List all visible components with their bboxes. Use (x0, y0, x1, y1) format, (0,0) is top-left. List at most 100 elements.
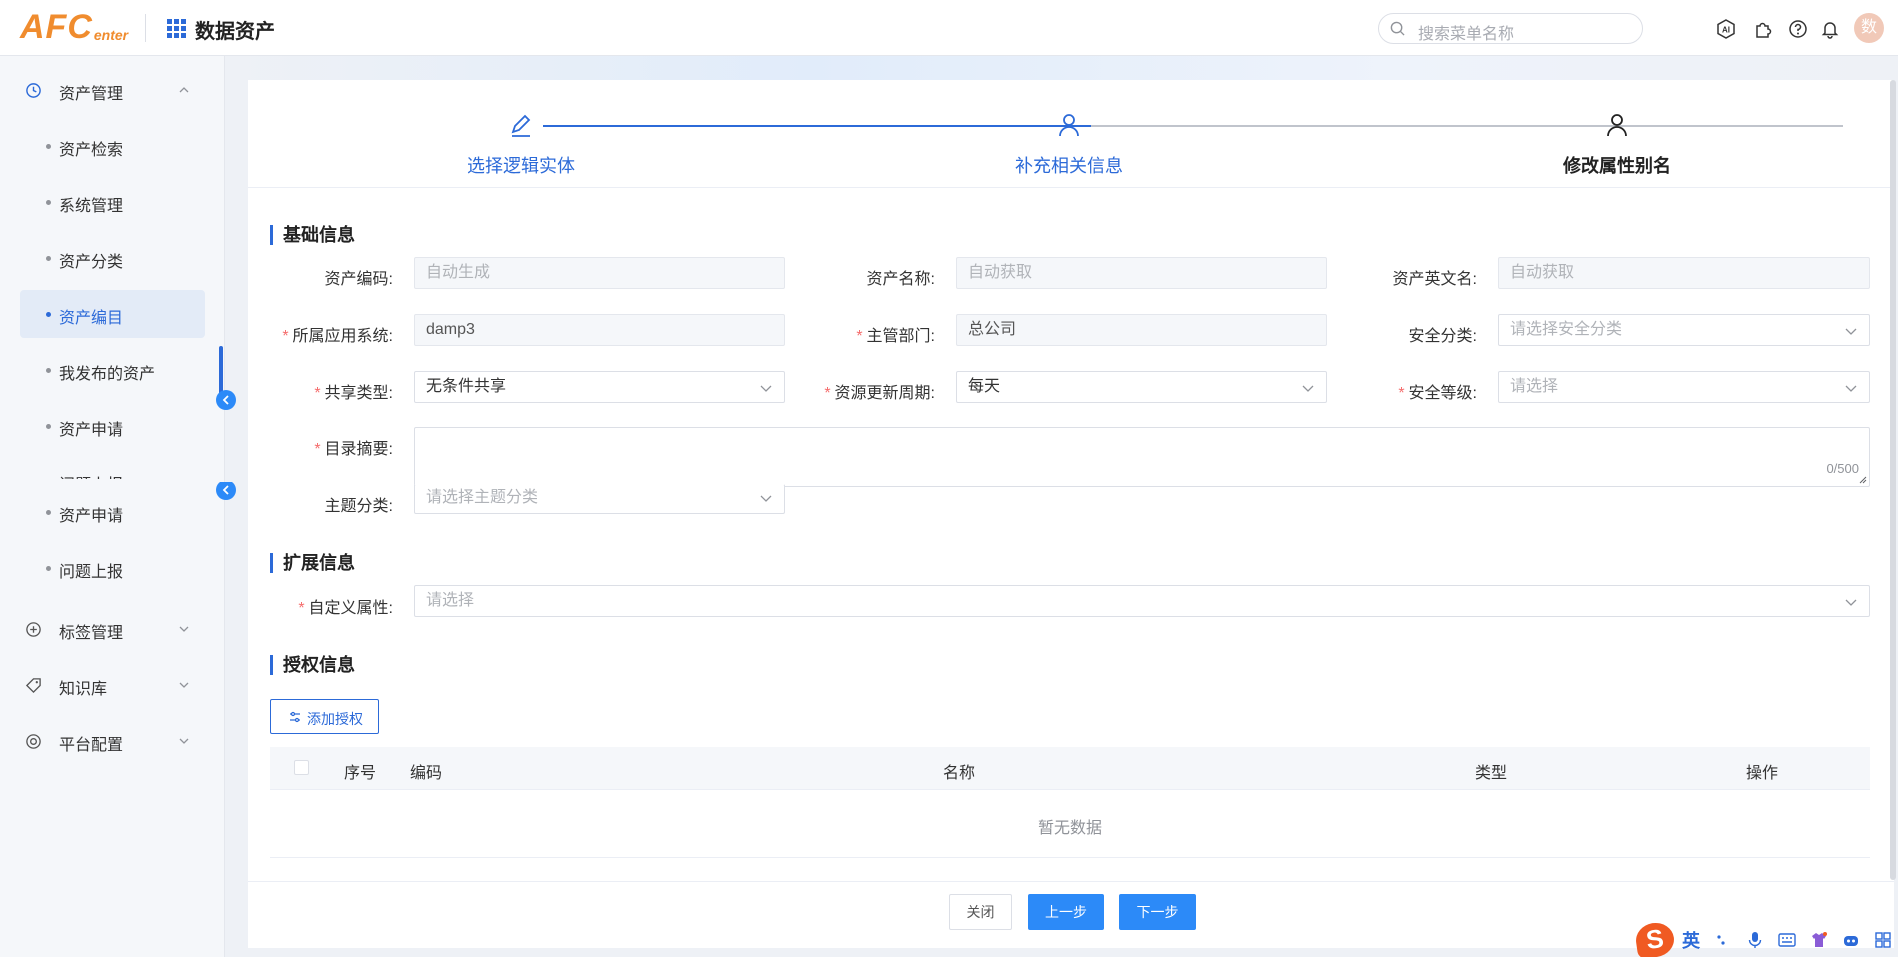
topic-class-placeholder: 请选择主题分类 (426, 489, 539, 506)
menu-search[interactable]: 搜索菜单名称 (1378, 13, 1643, 44)
security-level-label-text: 安全等级: (1408, 385, 1477, 402)
bullet-dot (46, 312, 51, 317)
user-icon[interactable] (1604, 112, 1630, 138)
step-indicator: 选择逻辑实体 补充相关信息 修改属性别名 (248, 80, 1894, 188)
nav-group-asset-management[interactable]: 资产管理 (0, 70, 225, 110)
bullet-dot (46, 200, 51, 205)
summary-label: * 目录摘要: (233, 435, 393, 459)
ai-assistant-icon[interactable]: AI (1716, 19, 1736, 39)
department-label: * 主管部门: (775, 322, 935, 346)
user-icon[interactable] (1056, 112, 1082, 138)
asset-name-placeholder: 自动获取 (968, 264, 1033, 281)
required-mark: * (298, 600, 305, 617)
department-field: 总公司 (956, 314, 1327, 346)
custom-attr-select[interactable]: 请选择 (414, 585, 1870, 617)
chevron-down-icon (179, 738, 189, 744)
toolbox-grid-icon[interactable] (1874, 931, 1892, 949)
notification-bell-icon[interactable] (1820, 19, 1840, 39)
nav-group-platform-config[interactable]: 平台配置 (0, 721, 225, 761)
update-cycle-select[interactable]: 每天 (956, 371, 1327, 403)
auth-table-empty: 暂无数据 (270, 790, 1870, 858)
microphone-icon[interactable] (1746, 931, 1764, 949)
bullet-dot (46, 144, 51, 149)
next-step-button[interactable]: 下一步 (1119, 894, 1196, 930)
bullet-dot (46, 510, 51, 515)
summary-textarea[interactable]: 0/500 (414, 427, 1870, 487)
column-header-index: 序号 (344, 765, 377, 782)
sidebar-item-asset-catalog[interactable]: 资产编目 (20, 290, 205, 338)
step-label-edit-alias[interactable]: 修改属性别名 (1517, 152, 1717, 178)
app-logo[interactable]: AFC enter (20, 10, 128, 44)
share-type-value: 无条件共享 (426, 378, 507, 395)
chevron-down-icon (760, 385, 772, 392)
tag-icon (25, 678, 41, 694)
asset-english-name-field: 自动获取 (1498, 257, 1870, 289)
plugin-icon[interactable] (1753, 19, 1773, 39)
sidebar-item-issue-report[interactable]: 问题上报 (20, 457, 205, 479)
required-mark: * (282, 328, 289, 345)
ime-language-toggle[interactable]: 英 (1682, 927, 1700, 953)
nav-group-knowledge-base[interactable]: 知识库 (0, 665, 225, 705)
topic-class-label: 主题分类: (324, 498, 393, 515)
custom-attr-placeholder: 请选择 (426, 592, 475, 609)
close-button[interactable]: 关闭 (949, 894, 1012, 930)
sidebar-item-asset-search[interactable]: 资产检索 (20, 122, 205, 170)
nav-group-tag-management[interactable]: 标签管理 (0, 609, 225, 649)
summary-label-text: 目录摘要: (324, 441, 393, 458)
column-header-actions: 操作 (1746, 765, 1779, 782)
asset-english-name-placeholder: 自动获取 (1510, 264, 1575, 281)
skin-icon[interactable] (1810, 931, 1828, 949)
logo-text: AFC (20, 8, 93, 46)
user-avatar[interactable]: 数 (1854, 13, 1884, 43)
share-type-select[interactable]: 无条件共享 (414, 371, 785, 403)
search-icon (1390, 21, 1405, 36)
required-mark: * (856, 328, 863, 345)
svg-text:AI: AI (1722, 26, 1730, 35)
chevron-down-icon (760, 495, 772, 502)
punctuation-icon[interactable] (1714, 931, 1732, 949)
sidebar-item-label: 我发布的资产 (59, 366, 156, 383)
sidebar-item-label: 资产申请 (59, 508, 124, 525)
sidebar-item-asset-request-dup[interactable]: 资产申请 (20, 488, 205, 536)
asset-name-field: 自动获取 (956, 257, 1327, 289)
sidebar-item-label: 问题上报 (59, 471, 123, 479)
update-cycle-value: 每天 (968, 378, 1001, 395)
sidebar-item-asset-category[interactable]: 资产分类 (20, 234, 205, 282)
sidebar-item-label: 问题上报 (59, 564, 124, 581)
sidebar-item-my-published[interactable]: 我发布的资产 (20, 346, 205, 394)
plus-circle-icon (26, 622, 41, 637)
select-all-checkbox[interactable] (294, 760, 309, 775)
previous-step-button[interactable]: 上一步 (1028, 894, 1104, 930)
apps-grid-icon[interactable] (167, 19, 186, 38)
step-label-supplement-info[interactable]: 补充相关信息 (969, 152, 1169, 178)
chevron-up-icon (179, 87, 189, 93)
security-level-select[interactable]: 请选择 (1498, 371, 1870, 403)
add-authorization-button[interactable]: 添加授权 (270, 699, 379, 734)
auth-table-header: 序号 编码 名称 类型 操作 (270, 747, 1870, 790)
column-header-code: 编码 (410, 765, 443, 782)
sidebar-item-issue-report-dup[interactable]: 问题上报 (20, 544, 205, 592)
bullet-dot (46, 256, 51, 261)
security-class-select[interactable]: 请选择安全分类 (1498, 314, 1870, 346)
sidebar-item-system-management[interactable]: 系统管理 (20, 178, 205, 226)
sliders-icon (290, 711, 300, 723)
asset-english-name-label: 资产英文名: (1392, 271, 1477, 288)
robot-icon[interactable] (1842, 931, 1860, 949)
security-class-label: 安全分类: (1408, 328, 1477, 345)
ime-logo[interactable]: S (1633, 920, 1677, 957)
resize-grip-icon[interactable] (1859, 476, 1867, 484)
asset-code-placeholder: 自动生成 (426, 264, 491, 281)
sidebar-item-asset-request[interactable]: 资产申请 (20, 402, 205, 450)
help-icon[interactable] (1788, 19, 1808, 39)
search-placeholder: 搜索菜单名称 (1418, 26, 1515, 43)
keyboard-icon[interactable] (1778, 931, 1796, 949)
vertical-scrollbar[interactable] (1890, 80, 1896, 880)
step-label-select-entity[interactable]: 选择逻辑实体 (421, 152, 621, 178)
security-level-label: * 安全等级: (1317, 379, 1477, 403)
empty-state-text: 暂无数据 (1037, 820, 1102, 837)
asset-code-field: 自动生成 (414, 257, 785, 289)
topic-class-select[interactable]: 请选择主题分类 (414, 484, 785, 514)
char-counter: 0/500 (1826, 461, 1859, 476)
security-level-placeholder: 请选择 (1510, 378, 1559, 395)
edit-pen-icon[interactable] (508, 112, 534, 138)
